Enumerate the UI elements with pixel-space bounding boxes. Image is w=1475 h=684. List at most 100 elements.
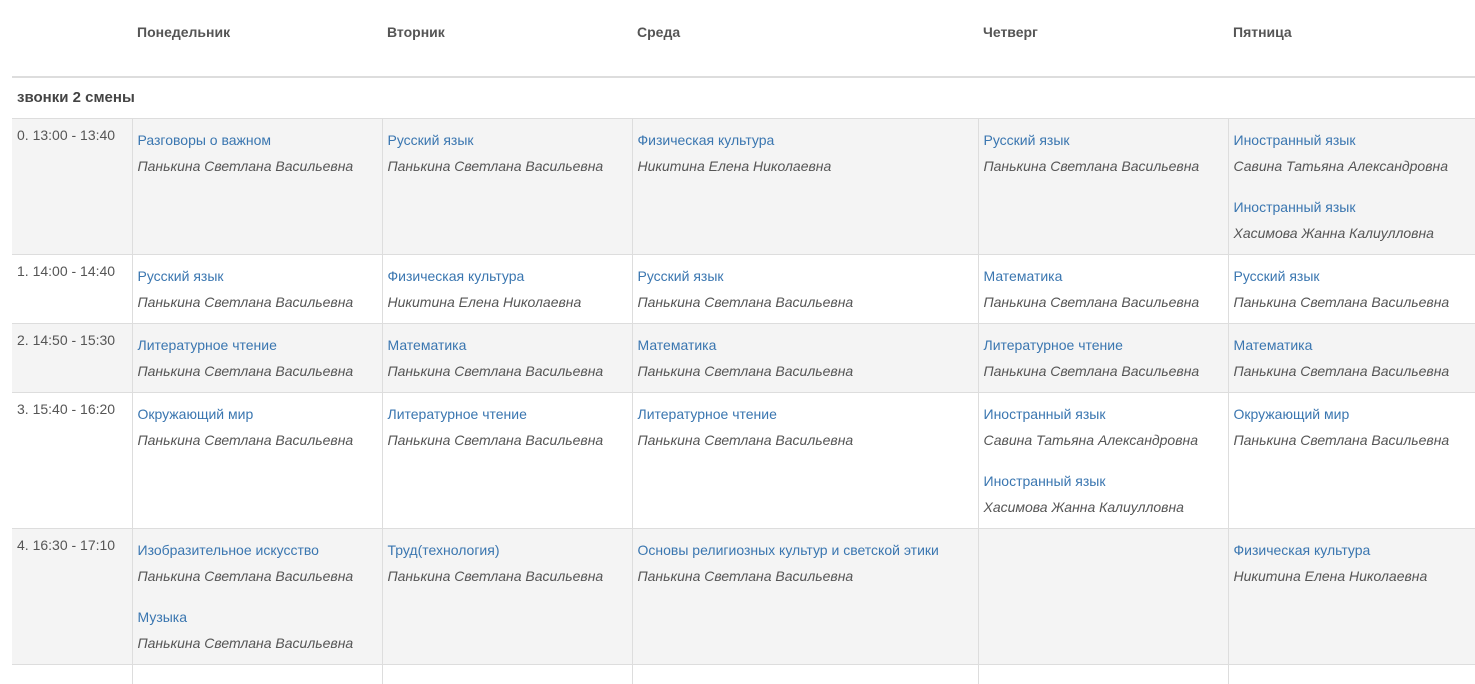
teacher-name: Панькина Светлана Васильевна <box>137 293 354 310</box>
header-row: Понедельник Вторник Среда Четверг Пятниц… <box>12 0 1475 78</box>
subject-link[interactable]: Математика <box>984 263 1223 289</box>
teacher-name: Панькина Светлана Васильевна <box>137 362 354 379</box>
lesson-cell-monday: Окружающий мир Панькина Светлана Васильев… <box>131 391 382 528</box>
lesson-row <box>12 663 1475 684</box>
subject-link[interactable]: Разговоры о важном <box>138 127 377 153</box>
header-day-friday: Пятница <box>1228 0 1475 78</box>
lesson-entry: Физическая культура Никитина Елена Никола… <box>388 263 627 315</box>
lesson-entry: Литературное чтение Панькина Светлана Вас… <box>638 401 973 453</box>
subject-link[interactable]: Физическая культура <box>388 263 627 289</box>
lesson-time: 0. 13:00 - 13:40 <box>12 117 132 254</box>
lesson-entry: Литературное чтение Панькина Светлана Вас… <box>138 332 377 384</box>
header-time <box>12 0 132 78</box>
header-day-tuesday: Вторник <box>382 0 632 78</box>
teacher-name: Панькина Светлана Васильевна <box>1233 362 1450 379</box>
subject-link[interactable]: Русский язык <box>984 127 1223 153</box>
lesson-cell-monday: Разговоры о важном Панькина Светлана Васи… <box>131 117 382 254</box>
subject-link[interactable]: Основы религиозных культур и светской эт… <box>638 537 973 563</box>
subject-link[interactable]: Литературное чтение <box>388 401 627 427</box>
lesson-entry: Математика Панькина Светлана Васильевна <box>388 332 627 384</box>
lesson-cell-thursday: Русский язык Панькина Светлана Васильевна <box>977 117 1228 254</box>
lesson-cell-thursday <box>977 527 1228 664</box>
subject-link[interactable]: Окружающий мир <box>138 401 377 427</box>
lesson-entry: Иностранный язык Хасимова Жанна Калиуллов… <box>984 468 1223 520</box>
lesson-entry: Русский язык Панькина Светлана Васильевна <box>1234 263 1471 315</box>
subject-link[interactable]: Математика <box>638 332 973 358</box>
subject-link[interactable]: Иностранный язык <box>1234 127 1471 153</box>
lesson-cell-thursday: Иностранный язык Савина Татьяна Александр… <box>977 391 1228 528</box>
lesson-entry: Физическая культура Никитина Елена Никола… <box>638 127 973 179</box>
subject-link[interactable]: Математика <box>1234 332 1471 358</box>
lesson-cell-friday: Иностранный язык Савина Татьяна Александр… <box>1227 117 1475 254</box>
header-day-thursday: Четверг <box>978 0 1228 78</box>
lesson-cell-wednesday: Физическая культура Никитина Елена Никола… <box>631 117 978 254</box>
lesson-cell-friday: Физическая культура Никитина Елена Никола… <box>1227 527 1475 664</box>
teacher-name: Панькина Светлана Васильевна <box>637 293 854 310</box>
subject-link[interactable]: Физическая культура <box>1234 537 1471 563</box>
lesson-cell-friday: Окружающий мир Панькина Светлана Васильев… <box>1227 391 1475 528</box>
subject-link[interactable]: Физическая культура <box>638 127 973 153</box>
lesson-cell-monday: Русский язык Панькина Светлана Васильевна <box>131 253 382 323</box>
subject-link[interactable]: Труд(технология) <box>388 537 627 563</box>
teacher-name: Панькина Светлана Васильевна <box>137 157 354 174</box>
subject-link[interactable]: Окружающий мир <box>1234 401 1471 427</box>
lesson-cell-monday <box>131 663 382 684</box>
lesson-cell-friday: Русский язык Панькина Светлана Васильевна <box>1227 253 1475 323</box>
lesson-entry: Русский язык Панькина Светлана Васильевна <box>388 127 627 179</box>
subject-link[interactable]: Литературное чтение <box>138 332 377 358</box>
shift-row: звонки 2 смены <box>12 77 1475 118</box>
lesson-entry: Иностранный язык Хасимова Жанна Калиуллов… <box>1234 194 1471 246</box>
lesson-cell-wednesday: Литературное чтение Панькина Светлана Вас… <box>631 391 978 528</box>
teacher-name: Панькина Светлана Васильевна <box>983 362 1200 379</box>
schedule-table: Понедельник Вторник Среда Четверг Пятниц… <box>12 0 1475 684</box>
teacher-name: Панькина Светлана Васильевна <box>387 431 604 448</box>
subject-link[interactable]: Русский язык <box>1234 263 1471 289</box>
subject-link[interactable]: Математика <box>388 332 627 358</box>
subject-link[interactable]: Иностранный язык <box>984 401 1223 427</box>
lesson-entry: Труд(технология) Панькина Светлана Василь… <box>388 537 627 589</box>
lesson-cell-tuesday: Труд(технология) Панькина Светлана Василь… <box>381 527 632 664</box>
subject-link[interactable]: Русский язык <box>138 263 377 289</box>
teacher-name: Панькина Светлана Васильевна <box>637 431 854 448</box>
header-day-monday: Понедельник <box>132 0 382 78</box>
subject-link[interactable]: Русский язык <box>388 127 627 153</box>
lesson-entry: Иностранный язык Савина Татьяна Александр… <box>984 401 1223 453</box>
lesson-row: 4. 16:30 - 17:10 Изобразительное искусств… <box>12 527 1475 664</box>
lesson-cell-wednesday <box>631 663 978 684</box>
teacher-name: Панькина Светлана Васильевна <box>983 293 1200 310</box>
lesson-cell-tuesday: Литературное чтение Панькина Светлана Вас… <box>381 391 632 528</box>
teacher-name: Никитина Елена Николаевна <box>1233 567 1428 584</box>
lesson-row: 0. 13:00 - 13:40 Разговоры о важном Паньки… <box>12 117 1475 254</box>
subject-link[interactable]: Иностранный язык <box>984 468 1223 494</box>
teacher-name: Никитина Елена Николаевна <box>637 157 832 174</box>
lesson-entry: Русский язык Панькина Светлана Васильевна <box>984 127 1223 179</box>
lesson-row: 2. 14:50 - 15:30 Литературное чтение Паньк… <box>12 322 1475 392</box>
subject-link[interactable]: Иностранный язык <box>1234 194 1471 220</box>
teacher-name: Панькина Светлана Васильевна <box>387 362 604 379</box>
subject-link[interactable]: Литературное чтение <box>638 401 973 427</box>
subject-link[interactable]: Музыка <box>138 604 377 630</box>
lesson-entry: Разговоры о важном Панькина Светлана Васи… <box>138 127 377 179</box>
subject-link[interactable]: Изобразительное искусство <box>138 537 377 563</box>
lesson-entry: Математика Панькина Светлана Васильевна <box>984 263 1223 315</box>
lesson-cell-friday <box>1227 663 1475 684</box>
lesson-cell-tuesday <box>381 663 632 684</box>
lesson-entry: Русский язык Панькина Светлана Васильевна <box>138 263 377 315</box>
teacher-name: Панькина Светлана Васильевна <box>983 157 1200 174</box>
subject-link[interactable]: Русский язык <box>638 263 973 289</box>
lesson-time: 2. 14:50 - 15:30 <box>12 322 132 392</box>
teacher-name: Панькина Светлана Васильевна <box>637 362 854 379</box>
lesson-cell-thursday: Литературное чтение Панькина Светлана Вас… <box>977 322 1228 392</box>
subject-link[interactable]: Литературное чтение <box>984 332 1223 358</box>
lesson-entry: Изобразительное искусство Панькина Светла… <box>138 537 377 589</box>
teacher-name: Никитина Елена Николаевна <box>387 293 582 310</box>
teacher-name: Панькина Светлана Васильевна <box>637 567 854 584</box>
teacher-name: Хасимова Жанна Калиулловна <box>983 498 1184 515</box>
lesson-entry: Русский язык Панькина Светлана Васильевна <box>638 263 973 315</box>
schedule-container: Понедельник Вторник Среда Четверг Пятниц… <box>12 0 1475 684</box>
teacher-name: Савина Татьяна Александровна <box>1233 157 1449 174</box>
lesson-entry: Литературное чтение Панькина Светлана Вас… <box>388 401 627 453</box>
lesson-entry: Музыка Панькина Светлана Васильевна <box>138 604 377 656</box>
lesson-cell-monday: Изобразительное искусство Панькина Светла… <box>131 527 382 664</box>
lesson-cell-wednesday: Математика Панькина Светлана Васильевна <box>631 322 978 392</box>
